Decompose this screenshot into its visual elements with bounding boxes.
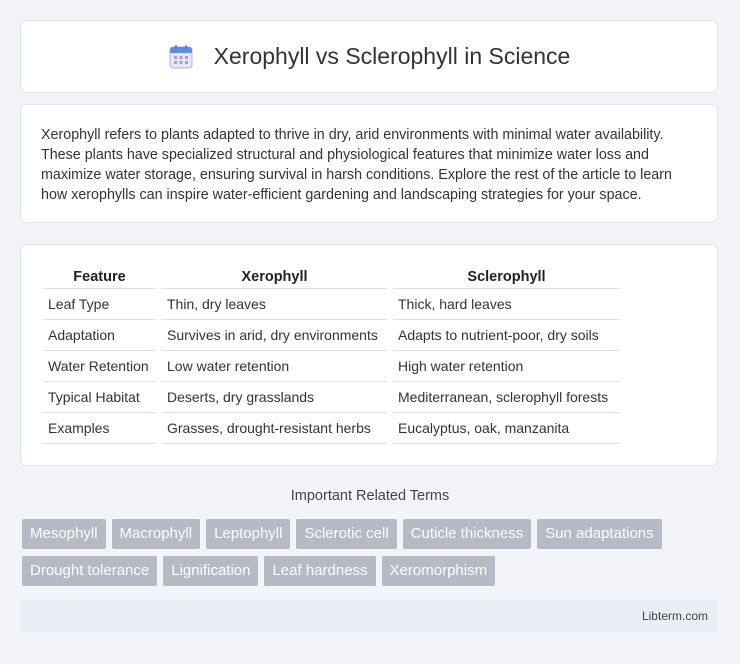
tag-mesophyll[interactable]: Mesophyll [22, 519, 106, 549]
page-title: Xerophyll vs Sclerophyll in Science [213, 43, 571, 69]
table-cell: Typical Habitat [43, 382, 156, 413]
tag-xeromorphism[interactable]: Xeromorphism [381, 556, 496, 586]
table-cell: Adaptation [43, 320, 156, 351]
intro-card: Xerophyll refers to plants adapted to th… [20, 104, 718, 223]
tag-drought-tolerance[interactable]: Drought tolerance [22, 556, 158, 586]
tag-leaf-hardness[interactable]: Leaf hardness [264, 556, 376, 586]
tag-lignification[interactable]: Lignification [163, 556, 259, 586]
column-header-xerophyll: Xerophyll [162, 264, 387, 289]
table-cell: Eucalyptus, oak, manzanita [393, 413, 620, 444]
table-row: Examples Grasses, drought-resistant herb… [43, 413, 620, 444]
table-cell: Thick, hard leaves [393, 289, 620, 320]
tag-cuticle-thickness[interactable]: Cuticle thickness [402, 519, 532, 549]
table-cell: Mediterranean, sclerophyll forests [393, 382, 620, 413]
tag-sun-adaptations[interactable]: Sun adaptations [537, 519, 662, 549]
column-header-feature: Feature [43, 264, 156, 289]
table-header-row: Feature Xerophyll Sclerophyll [43, 264, 620, 289]
tag-leptophyll[interactable]: Leptophyll [206, 519, 291, 549]
table-row: Typical Habitat Deserts, dry grasslands … [43, 382, 620, 413]
table-cell: Leaf Type [43, 289, 156, 320]
table-cell: Water Retention [43, 351, 156, 382]
comparison-table: Feature Xerophyll Sclerophyll Leaf Type … [37, 264, 626, 444]
column-header-sclerophyll: Sclerophyll [393, 264, 620, 289]
tag-macrophyll[interactable]: Macrophyll [111, 519, 201, 549]
tag-sclerotic-cell[interactable]: Sclerotic cell [296, 519, 397, 549]
related-terms-list: Mesophyll Macrophyll Leptophyll Scleroti… [22, 519, 722, 586]
table-cell: Survives in arid, dry environments [162, 320, 387, 351]
related-terms-heading: Important Related Terms [290, 488, 450, 504]
header-card: Xerophyll vs Sclerophyll in Science [20, 20, 718, 93]
table-cell: Deserts, dry grasslands [162, 382, 387, 413]
table-cell: Examples [43, 413, 156, 444]
table-cell: Grasses, drought-resistant herbs [162, 413, 387, 444]
table-row: Water Retention Low water retention High… [43, 351, 620, 382]
footer: Libterm.com [20, 600, 718, 632]
table-cell: High water retention [393, 351, 620, 382]
intro-text: Xerophyll refers to plants adapted to th… [41, 127, 672, 203]
table-row: Leaf Type Thin, dry leaves Thick, hard l… [43, 289, 620, 320]
table-row: Adaptation Survives in arid, dry environ… [43, 320, 620, 351]
table-cell: Thin, dry leaves [162, 289, 387, 320]
comparison-card: Feature Xerophyll Sclerophyll Leaf Type … [20, 244, 718, 466]
title-wrap: Xerophyll vs Sclerophyll in Science [168, 43, 571, 70]
calendar-icon [168, 44, 194, 70]
table-cell: Low water retention [162, 351, 387, 382]
table-cell: Adapts to nutrient-poor, dry soils [393, 320, 620, 351]
footer-brand-link[interactable]: Libterm.com [642, 609, 708, 623]
